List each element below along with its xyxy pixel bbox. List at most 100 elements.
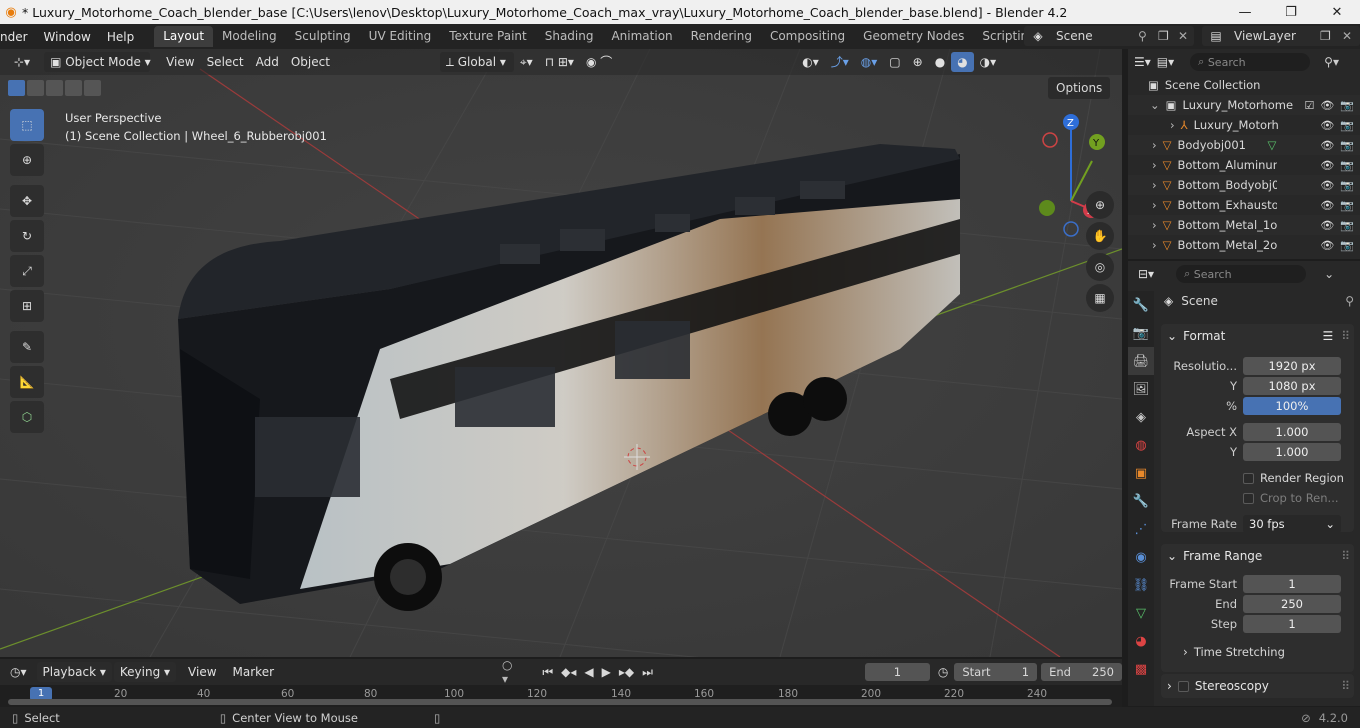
properties-options-icon[interactable]: ⌄ <box>1324 267 1334 281</box>
checkbox-icon[interactable]: ☑ <box>1304 99 1314 112</box>
add-cube-tool-icon[interactable]: ⬡ <box>10 401 44 433</box>
tab-shading[interactable]: Shading <box>536 26 603 47</box>
render-tab-icon[interactable]: 📷 <box>1128 319 1154 347</box>
camera-icon[interactable]: 📷 <box>1340 179 1354 192</box>
expand-chevron-icon[interactable]: › <box>1152 238 1157 252</box>
frame-end-field[interactable]: 250 <box>1243 595 1341 613</box>
constraints-tab-icon[interactable]: ⛓ <box>1128 571 1154 599</box>
snap-icon[interactable]: ⊓ ⊞▾ <box>539 52 580 72</box>
outliner-scene-collection[interactable]: ▣ Scene Collection <box>1128 75 1360 95</box>
scene-tab-icon[interactable]: ◈ <box>1128 403 1154 431</box>
outliner-item[interactable]: › ▽ Bodyobj001 ▽ 👁 📷 <box>1128 135 1360 155</box>
pivot-icon[interactable]: ⌖▾ <box>514 52 539 72</box>
timeline-start-field[interactable]: Start 1 <box>954 663 1038 681</box>
aspect-y-field[interactable]: 1.000 <box>1243 443 1341 461</box>
render-region-checkbox[interactable]: Render Region <box>1161 468 1354 488</box>
transform-orientation-dropdown[interactable]: ⟂ Global ▾ <box>439 52 514 72</box>
timeline-editor-type-icon[interactable]: ◷▾ <box>10 665 27 679</box>
outliner-item[interactable]: › ▽ Bottom_Metal_1obj 👁 📷 <box>1128 215 1360 235</box>
eye-icon[interactable]: 👁 <box>1320 179 1334 192</box>
resolution-y-field[interactable]: 1080 px <box>1243 377 1341 395</box>
camera-icon[interactable]: 📷 <box>1340 139 1354 152</box>
checkbox-icon[interactable] <box>1243 472 1254 484</box>
camera-icon[interactable]: 📷 <box>1340 99 1354 112</box>
presets-list-icon[interactable]: ☰ <box>1322 329 1333 343</box>
menu-window[interactable]: Window <box>36 30 99 44</box>
menu-select[interactable]: Select <box>201 52 250 72</box>
expand-chevron-icon[interactable]: › <box>1152 218 1157 232</box>
outliner-item[interactable]: › ⅄ Luxury_Motorh 👁 📷 <box>1128 115 1360 135</box>
physics-tab-icon[interactable]: ◉ <box>1128 543 1154 571</box>
modifier-tab-icon[interactable]: 🔧 <box>1128 487 1154 515</box>
remove-view-layer-icon[interactable]: ✕ <box>1342 29 1360 43</box>
rotate-tool-icon[interactable]: ↻ <box>10 220 44 252</box>
resolution-x-field[interactable]: 1920 px <box>1243 357 1341 375</box>
view-layer-selector[interactable]: ▤ ViewLayer ❐ ✕ <box>1202 26 1360 46</box>
playback-dropdown[interactable]: Playback ▾ <box>36 662 112 682</box>
camera-icon[interactable]: 📷 <box>1340 119 1354 132</box>
pin-icon[interactable]: ⚲ <box>1345 294 1354 308</box>
pin-icon[interactable]: ⚲ <box>1138 29 1158 43</box>
select-new-icon[interactable] <box>8 80 25 96</box>
select-intersect-icon[interactable] <box>84 80 101 96</box>
expand-chevron-icon[interactable]: › <box>1152 158 1157 172</box>
camera-icon[interactable]: 📷 <box>1340 199 1354 212</box>
menu-view[interactable]: View <box>160 52 200 72</box>
time-stretching-subpanel[interactable]: › Time Stretching <box>1161 642 1354 662</box>
outliner-item[interactable]: ⌄ ▣ Luxury_Motorhome ☑ 👁 📷 <box>1128 95 1360 115</box>
transform-tool-icon[interactable]: ⊞ <box>10 290 44 322</box>
proportional-edit-icon[interactable]: ◉ ⌒ <box>580 52 618 72</box>
3d-viewport[interactable]: Z Y X ⊹▾ ▣ Object Mode ▾ View Select Add… <box>0 49 1122 657</box>
maximize-button[interactable]: ❐ <box>1268 0 1314 24</box>
frame-range-panel-header[interactable]: ⌄ Frame Range ⠿ <box>1161 544 1354 568</box>
menu-object[interactable]: Object <box>285 52 336 72</box>
timeline-marker-menu[interactable]: Marker <box>227 662 280 682</box>
tab-rendering[interactable]: Rendering <box>682 26 761 47</box>
zoom-icon[interactable]: ⊕ <box>1086 191 1114 219</box>
drag-handle-icon[interactable]: ⠿ <box>1341 679 1350 693</box>
timeline-scrollbar[interactable] <box>8 699 1112 705</box>
cursor-tool-icon[interactable]: ⊕ <box>10 144 44 176</box>
texture-tab-icon[interactable]: ▩ <box>1128 655 1154 683</box>
xray-icon[interactable]: ▢ <box>883 52 906 72</box>
expand-chevron-icon[interactable]: › <box>1152 178 1157 192</box>
remove-scene-icon[interactable]: ✕ <box>1178 29 1194 43</box>
material-shading-icon[interactable]: ◕ <box>951 52 974 72</box>
timeline-ruler[interactable]: 1 20 40 60 80 100 120 140 160 180 200 22… <box>0 685 1122 707</box>
material-tab-icon[interactable]: ◕ <box>1128 627 1154 655</box>
minimize-button[interactable]: — <box>1222 0 1268 24</box>
outliner-editor-type-icon[interactable]: ☰▾ <box>1134 55 1151 69</box>
menu-help[interactable]: Help <box>99 30 142 44</box>
drag-handle-icon[interactable]: ⠿ <box>1341 329 1350 343</box>
solid-shading-icon[interactable]: ● <box>929 52 951 72</box>
stereoscopy-panel[interactable]: › Stereoscopy ⠿ <box>1161 674 1354 698</box>
particles-tab-icon[interactable]: ⋰ <box>1128 515 1154 543</box>
perspective-toggle-icon[interactable]: ▦ <box>1086 284 1114 312</box>
eye-icon[interactable]: 👁 <box>1320 139 1334 152</box>
tool-tab-icon[interactable]: 🔧 <box>1128 291 1154 319</box>
camera-view-icon[interactable]: ◎ <box>1086 253 1114 281</box>
jump-prev-keyframe-icon[interactable]: ◆◂ <box>561 665 576 679</box>
frame-rate-dropdown[interactable]: 30 fps ⌄ <box>1243 515 1341 533</box>
camera-icon[interactable]: 📷 <box>1340 219 1354 232</box>
checkbox-icon[interactable] <box>1177 680 1189 692</box>
tab-texture-paint[interactable]: Texture Paint <box>440 26 535 47</box>
tab-animation[interactable]: Animation <box>602 26 681 47</box>
eye-icon[interactable]: 👁 <box>1320 219 1334 232</box>
expand-chevron-icon[interactable]: › <box>1170 118 1175 132</box>
tab-sculpting[interactable]: Sculpting <box>286 26 360 47</box>
timeline-end-field[interactable]: End 250 <box>1041 663 1122 681</box>
checkbox-icon[interactable] <box>1243 492 1254 504</box>
select-invert-icon[interactable] <box>65 80 82 96</box>
gizmo-toggle-icon[interactable]: ⤴▾ <box>825 52 855 72</box>
outliner-item[interactable]: › ▽ Bottom_Exhaustob 👁 📷 <box>1128 195 1360 215</box>
timeline-view-menu[interactable]: View <box>182 662 222 682</box>
scale-tool-icon[interactable]: ⤢ <box>10 255 44 287</box>
overlay-toggle-icon[interactable]: ◍▾ <box>855 52 884 72</box>
play-reverse-icon[interactable]: ◀ <box>584 665 593 679</box>
eye-icon[interactable]: 👁 <box>1320 99 1334 112</box>
measure-tool-icon[interactable]: 📐 <box>10 366 44 398</box>
jump-start-icon[interactable]: ⏮ <box>542 665 553 680</box>
play-icon[interactable]: ▶ <box>602 665 611 679</box>
rendered-shading-icon[interactable]: ◑▾ <box>974 52 1003 72</box>
